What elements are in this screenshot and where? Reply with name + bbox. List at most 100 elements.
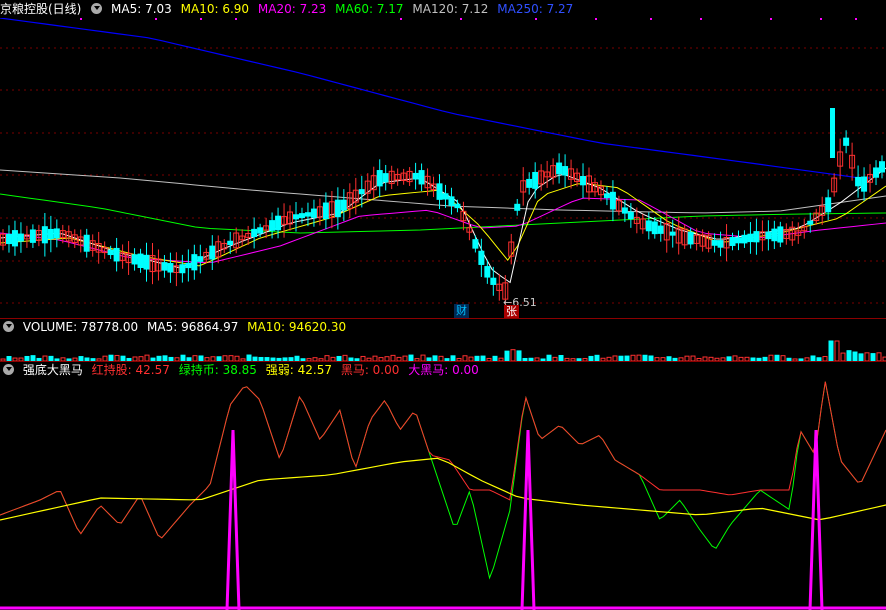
volume-label: VOLUME: 78778.00 bbox=[22, 320, 139, 334]
candle bbox=[352, 177, 359, 215]
candle bbox=[382, 164, 389, 191]
candlestick-chart[interactable] bbox=[0, 18, 886, 318]
volume-bar bbox=[864, 352, 870, 361]
volume-settings-icon[interactable] bbox=[3, 321, 14, 332]
candle bbox=[263, 217, 270, 239]
candle bbox=[753, 218, 760, 255]
candle bbox=[245, 225, 252, 245]
strength-line bbox=[0, 457, 886, 521]
candle bbox=[376, 159, 383, 198]
volume-bar bbox=[516, 350, 522, 361]
candle bbox=[597, 180, 604, 202]
dark-horse-label: 黑马: 0.00 bbox=[340, 363, 400, 377]
ma120-line bbox=[0, 169, 886, 214]
red-hold-line bbox=[0, 381, 886, 539]
indicator-settings-icon[interactable] bbox=[3, 364, 14, 375]
candle bbox=[609, 180, 616, 222]
candle bbox=[711, 233, 718, 253]
candle bbox=[173, 252, 180, 287]
limit-marker[interactable]: 张 bbox=[504, 305, 519, 319]
candle bbox=[340, 189, 347, 222]
candle bbox=[388, 165, 395, 190]
candle bbox=[747, 222, 754, 254]
candle bbox=[149, 242, 156, 285]
candle bbox=[544, 160, 551, 188]
candle bbox=[556, 153, 563, 184]
volume-bar bbox=[840, 352, 846, 361]
volume-header: VOLUME: 78778.00 MA5: 96864.97 MA10: 946… bbox=[0, 319, 351, 335]
candle bbox=[771, 220, 778, 250]
candle bbox=[83, 228, 90, 258]
candle bbox=[143, 242, 150, 282]
candle bbox=[251, 217, 258, 249]
candle bbox=[185, 249, 192, 282]
candle bbox=[580, 163, 587, 199]
candle bbox=[346, 183, 353, 218]
finance-marker[interactable]: 财 bbox=[454, 304, 469, 318]
candle bbox=[179, 254, 186, 283]
ma5-line bbox=[0, 167, 886, 284]
candle bbox=[221, 239, 228, 254]
candle bbox=[520, 167, 527, 206]
ma10-label: MA10: 6.90 bbox=[180, 2, 250, 16]
ma5-label: MA5: 7.03 bbox=[111, 2, 172, 16]
candle bbox=[765, 220, 772, 251]
candle bbox=[197, 244, 204, 274]
big-dark-horse-label: 大黑马: 0.00 bbox=[408, 363, 479, 377]
candle bbox=[47, 215, 54, 253]
candle bbox=[41, 212, 48, 257]
candle bbox=[603, 186, 610, 206]
volume-panel[interactable]: VOLUME: 78778.00 MA5: 96864.97 MA10: 946… bbox=[0, 319, 886, 361]
volume-bar bbox=[510, 349, 516, 361]
stock-title: 京粮控股(日线) bbox=[0, 2, 82, 16]
candle bbox=[370, 166, 377, 199]
indicator-panel[interactable]: 强底大黑马 红持股: 42.57 绿持币: 38.85 强弱: 42.57 黑马… bbox=[0, 362, 886, 610]
candle bbox=[167, 252, 174, 283]
volume-ma10-label: MA10: 94620.30 bbox=[247, 320, 347, 334]
candle bbox=[873, 160, 880, 186]
candle bbox=[430, 176, 437, 198]
big-dark-horse-spike bbox=[520, 429, 536, 610]
main-chart-header: 京粮控股(日线) MA5: 7.03 MA10: 6.90 MA20: 7.23… bbox=[0, 1, 578, 17]
candle bbox=[639, 214, 646, 234]
indicator-chart[interactable] bbox=[0, 380, 886, 610]
candle bbox=[831, 173, 838, 197]
volume-bars bbox=[0, 340, 886, 361]
candle bbox=[669, 219, 676, 248]
candle bbox=[155, 249, 162, 281]
main-chart-panel[interactable]: 京粮控股(日线) MA5: 7.03 MA10: 6.90 MA20: 7.23… bbox=[0, 0, 886, 319]
candle bbox=[35, 224, 42, 247]
candle bbox=[394, 168, 401, 186]
candle bbox=[101, 241, 108, 259]
volume-bar bbox=[828, 340, 834, 361]
candle bbox=[11, 220, 18, 256]
candle bbox=[322, 192, 329, 230]
candle bbox=[741, 230, 748, 248]
settings-gear-icon[interactable] bbox=[91, 3, 103, 14]
candle bbox=[568, 159, 575, 189]
candle bbox=[406, 167, 413, 186]
candle bbox=[472, 235, 479, 253]
candle bbox=[514, 198, 521, 216]
candle bbox=[550, 158, 557, 185]
candle bbox=[777, 221, 784, 248]
candle bbox=[137, 248, 144, 273]
candle bbox=[466, 219, 473, 241]
candle bbox=[825, 189, 832, 221]
candle bbox=[837, 138, 844, 180]
ma60-label: MA60: 7.17 bbox=[335, 2, 404, 16]
candle bbox=[0, 229, 6, 251]
candle bbox=[442, 184, 449, 208]
volume-bar bbox=[858, 353, 864, 361]
red-hold-label: 红持股: 42.57 bbox=[91, 363, 170, 377]
green-cash-label: 绿持币: 38.85 bbox=[178, 363, 257, 377]
ma120-label: MA120: 7.12 bbox=[412, 2, 489, 16]
candle bbox=[29, 224, 36, 248]
ma250-label: MA250: 7.27 bbox=[497, 2, 574, 16]
spike-candle bbox=[830, 108, 835, 158]
candle bbox=[364, 173, 371, 202]
candle bbox=[400, 168, 407, 185]
candle bbox=[819, 196, 826, 225]
volume-ma5-label: MA5: 96864.97 bbox=[147, 320, 239, 334]
candle bbox=[131, 248, 138, 271]
